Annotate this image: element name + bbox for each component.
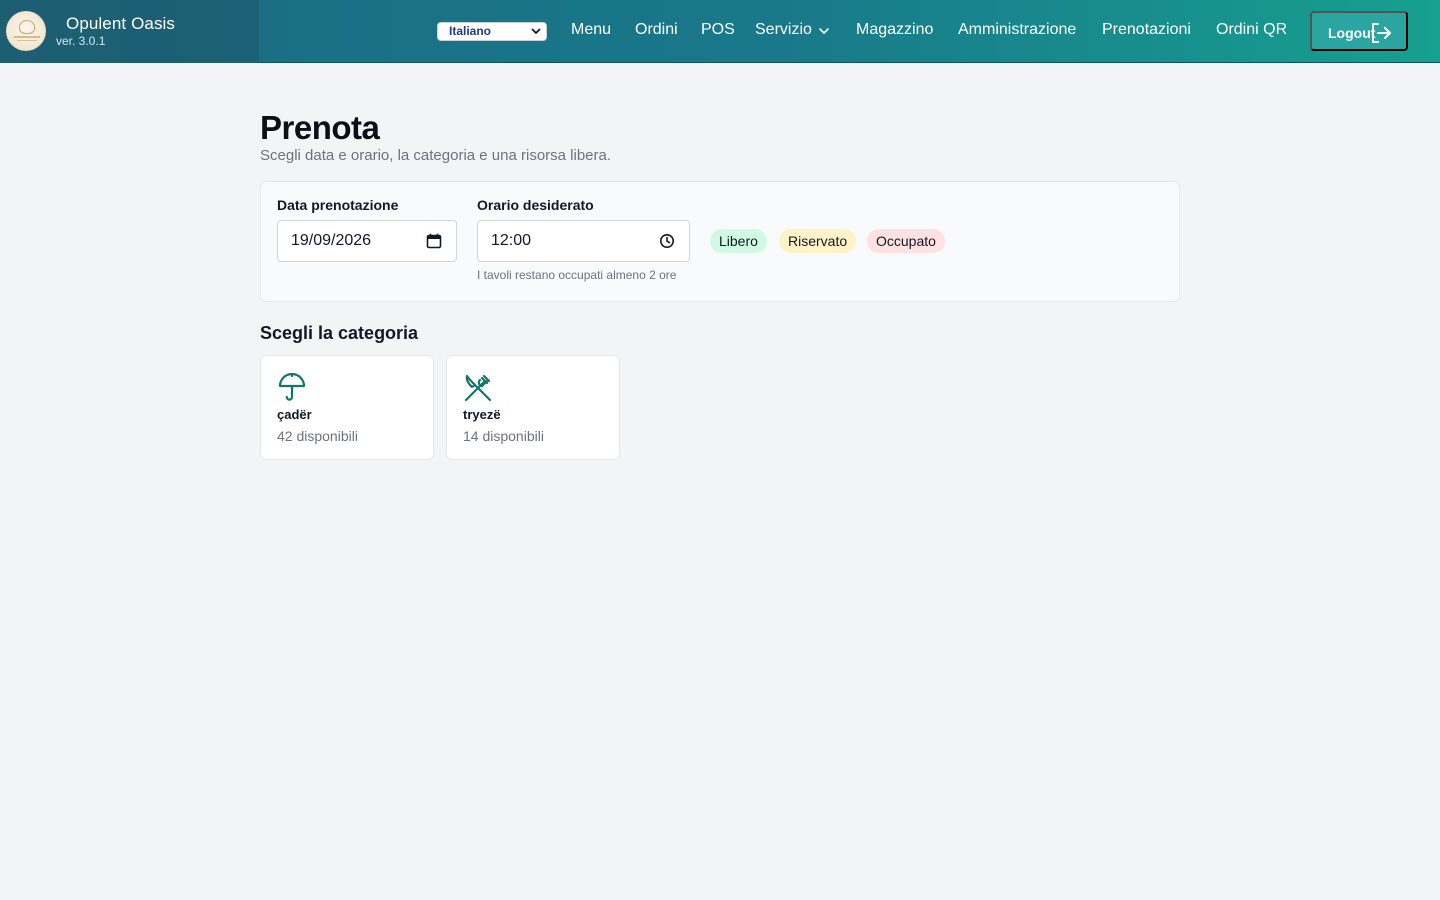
umbrella-icon [278,373,306,401]
logout-button[interactable]: Logout [1310,11,1408,51]
calendar-icon[interactable] [426,233,442,249]
logout-label: Logout [1328,25,1376,41]
top-navbar: Opulent Oasis ver. 3.0.1 Italiano Menu O… [0,0,1440,63]
clock-icon[interactable] [659,233,675,249]
nav-servizio[interactable]: Servizio [755,21,812,39]
date-input[interactable]: 19/09/2026 [277,220,457,262]
chevron-down-icon[interactable] [818,26,830,36]
category-availability: 42 disponibili [277,428,358,444]
category-name: çadër [277,407,312,422]
brand-area[interactable]: Opulent Oasis ver. 3.0.1 [0,0,259,63]
booking-filters-card: Data prenotazione 19/09/2026 Orario desi… [260,181,1180,302]
chevron-down-icon [531,28,541,34]
date-input-value: 19/09/2026 [291,232,372,249]
utensils-icon [464,374,492,402]
page-title: Prenota [260,109,380,146]
categories-title: Scegli la categoria [260,323,419,343]
language-select-value: Italiano [449,24,492,38]
app-version: ver. 3.0.1 [56,34,106,48]
nav-amministrazione[interactable]: Amministrazione [958,21,1076,39]
brand-logo [6,11,46,51]
time-label: Orario desiderato [477,197,594,213]
legend-riservato: Riservato [779,229,857,253]
category-availability: 14 disponibili [463,428,544,444]
nav-prenotazioni[interactable]: Prenotazioni [1102,21,1191,39]
nav-ordini[interactable]: Ordini [635,21,678,39]
nav-pos[interactable]: POS [701,21,735,39]
nav-magazzino[interactable]: Magazzino [856,21,933,39]
brand-name: Opulent Oasis [66,14,176,33]
category-name: tryezë [463,407,501,422]
nav-ordini-qr[interactable]: Ordini QR [1216,21,1287,39]
language-select[interactable]: Italiano [437,22,547,41]
time-input-value: 12:00 [491,232,532,249]
page-subtitle: Scegli data e orario, la categoria e una… [260,147,612,164]
time-input[interactable]: 12:00 [477,220,690,262]
category-card-cader[interactable]: çadër 42 disponibili [260,355,434,460]
legend-occupato: Occupato [867,229,945,253]
category-card-tryeze[interactable]: tryezë 14 disponibili [446,355,620,460]
date-label: Data prenotazione [277,197,399,213]
time-hint: I tavoli restano occupati almeno 2 ore [477,268,677,282]
legend-libero: Libero [710,229,767,253]
nav-menu[interactable]: Menu [571,21,611,39]
logout-icon [1372,23,1391,43]
